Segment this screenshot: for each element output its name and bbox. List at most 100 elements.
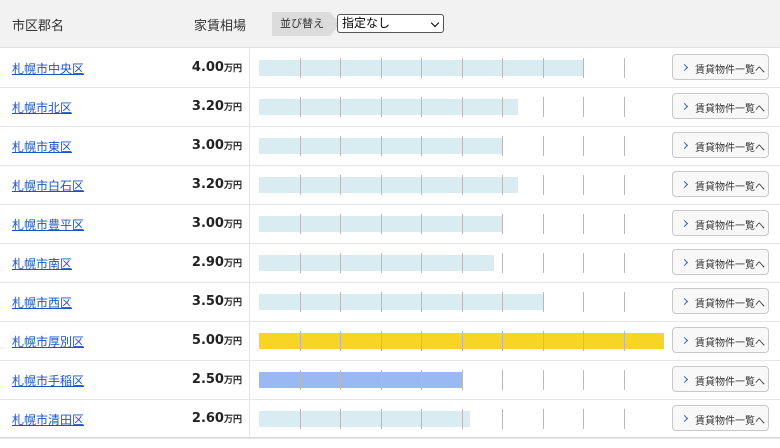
rent-number: 2.50 bbox=[191, 372, 224, 387]
rental-list-button[interactable]: 賃貸物件一覧へ bbox=[672, 366, 769, 392]
bar-tick bbox=[583, 409, 584, 429]
rental-list-button[interactable]: 賃貸物件一覧へ bbox=[672, 327, 769, 353]
bar-tick bbox=[502, 292, 503, 312]
rental-list-button[interactable]: 賃貸物件一覧へ bbox=[672, 132, 769, 158]
rental-list-button[interactable]: 賃貸物件一覧へ bbox=[672, 288, 769, 314]
rent-unit: 万円 bbox=[223, 142, 242, 152]
bar-tick bbox=[299, 409, 301, 429]
bar-tick bbox=[623, 253, 625, 273]
bar-tick bbox=[299, 136, 301, 156]
chevron-right-icon bbox=[680, 180, 689, 189]
bar-tick bbox=[583, 175, 584, 195]
chevron-right-icon bbox=[680, 258, 689, 267]
bar-tick bbox=[542, 253, 544, 273]
bar-tick bbox=[340, 97, 341, 117]
chevron-right-icon bbox=[680, 141, 689, 150]
bar-tick bbox=[340, 136, 341, 156]
rent-bar bbox=[259, 255, 494, 271]
rental-list-button[interactable]: 賃貸物件一覧へ bbox=[672, 249, 769, 275]
bar-tick bbox=[623, 409, 625, 429]
bar-tick bbox=[380, 331, 382, 351]
table-row: 札幌市西区 3.50万円 賃貸物件一覧へ bbox=[0, 282, 780, 322]
chevron-down-icon bbox=[430, 18, 440, 28]
bar-tick bbox=[340, 292, 341, 312]
rental-list-button-label: 賃貸物件一覧へ bbox=[695, 221, 765, 232]
bar-tick bbox=[461, 175, 463, 195]
sort-select[interactable]: 指定なし bbox=[337, 14, 444, 33]
table-header: 市区郡名 家賃相場 並び替え 指定なし bbox=[0, 0, 780, 48]
rental-list-button-label: 賃貸物件一覧へ bbox=[695, 104, 765, 115]
rental-list-button[interactable]: 賃貸物件一覧へ bbox=[672, 210, 769, 236]
bar-tick bbox=[502, 253, 503, 273]
rent-value: 3.00万円 bbox=[192, 138, 242, 153]
rent-bar-track bbox=[259, 214, 664, 234]
bar-tick bbox=[502, 175, 503, 195]
bar-tick bbox=[502, 409, 503, 429]
bar-tick bbox=[340, 331, 341, 351]
bar-tick bbox=[380, 136, 382, 156]
rent-bar bbox=[259, 411, 470, 427]
chevron-right-icon bbox=[680, 375, 689, 384]
table-row: 札幌市厚別区 5.00万円 賃貸物件一覧へ bbox=[0, 321, 780, 361]
rent-column-header: 家賃相場 bbox=[194, 19, 247, 34]
bar-tick bbox=[583, 331, 584, 351]
bar-tick bbox=[299, 214, 301, 234]
bar-tick bbox=[421, 58, 422, 78]
rent-bar-track bbox=[259, 97, 664, 117]
rent-table: 市区郡名 家賃相場 並び替え 指定なし 札幌市中央区 4.00万円 賃貸物件一覧へ札… bbox=[0, 0, 780, 448]
rental-list-button-label: 賃貸物件一覧へ bbox=[695, 182, 765, 193]
table-row: 札幌市北区 3.20万円 賃貸物件一覧へ bbox=[0, 87, 780, 127]
rent-unit: 万円 bbox=[223, 259, 242, 269]
rent-value: 3.00万円 bbox=[192, 216, 242, 231]
rent-value: 2.60万円 bbox=[192, 411, 242, 426]
sort-selected-value: 指定なし bbox=[342, 16, 391, 30]
rental-list-button[interactable]: 賃貸物件一覧へ bbox=[672, 405, 769, 431]
ward-link[interactable]: 札幌市白石区 bbox=[12, 177, 84, 194]
rent-value: 5.00万円 bbox=[192, 333, 242, 348]
bar-tick bbox=[623, 97, 625, 117]
bar-tick bbox=[461, 136, 463, 156]
chevron-right-icon bbox=[680, 63, 689, 72]
bar-tick bbox=[380, 292, 382, 312]
bar-tick bbox=[502, 136, 503, 156]
rent-bar-track bbox=[259, 58, 664, 78]
rental-list-button-label: 賃貸物件一覧へ bbox=[695, 65, 765, 76]
bar-tick bbox=[583, 214, 584, 234]
rent-number: 3.20 bbox=[191, 177, 224, 192]
ward-link[interactable]: 札幌市東区 bbox=[12, 138, 72, 155]
bar-tick bbox=[421, 214, 422, 234]
rent-bar bbox=[259, 177, 519, 193]
rent-bar-track bbox=[259, 136, 664, 156]
bar-tick bbox=[299, 175, 301, 195]
ward-link[interactable]: 札幌市清田区 bbox=[12, 411, 84, 428]
rent-bar-track bbox=[259, 331, 664, 351]
bar-tick bbox=[421, 370, 422, 390]
ward-link[interactable]: 札幌市手稲区 bbox=[12, 372, 84, 389]
ward-column-header: 市区郡名 bbox=[12, 19, 65, 34]
rent-number: 2.90 bbox=[191, 255, 224, 270]
bar-tick bbox=[461, 214, 463, 234]
ward-link[interactable]: 札幌市中央区 bbox=[12, 60, 84, 77]
rental-list-button[interactable]: 賃貸物件一覧へ bbox=[672, 93, 769, 119]
ward-link[interactable]: 札幌市豊平区 bbox=[12, 216, 84, 233]
bar-tick bbox=[542, 370, 544, 390]
bar-tick bbox=[542, 214, 544, 234]
bar-tick bbox=[421, 175, 422, 195]
rent-number: 3.00 bbox=[191, 216, 224, 231]
rental-list-button[interactable]: 賃貸物件一覧へ bbox=[672, 54, 769, 80]
rental-list-button-label: 賃貸物件一覧へ bbox=[695, 416, 765, 427]
bar-tick bbox=[421, 97, 422, 117]
rent-value: 2.90万円 bbox=[192, 255, 242, 270]
bar-tick bbox=[380, 58, 382, 78]
bar-tick bbox=[542, 409, 544, 429]
rent-value: 3.20万円 bbox=[192, 99, 242, 114]
chevron-right-icon bbox=[680, 414, 689, 423]
ward-link[interactable]: 札幌市西区 bbox=[12, 294, 72, 311]
rental-list-button[interactable]: 賃貸物件一覧へ bbox=[672, 171, 769, 197]
bar-tick bbox=[542, 136, 544, 156]
ward-link[interactable]: 札幌市厚別区 bbox=[12, 333, 84, 350]
rental-list-button-label: 賃貸物件一覧へ bbox=[695, 299, 765, 310]
ward-link[interactable]: 札幌市北区 bbox=[12, 99, 72, 116]
ward-link[interactable]: 札幌市南区 bbox=[12, 255, 72, 272]
bar-tick bbox=[583, 253, 584, 273]
